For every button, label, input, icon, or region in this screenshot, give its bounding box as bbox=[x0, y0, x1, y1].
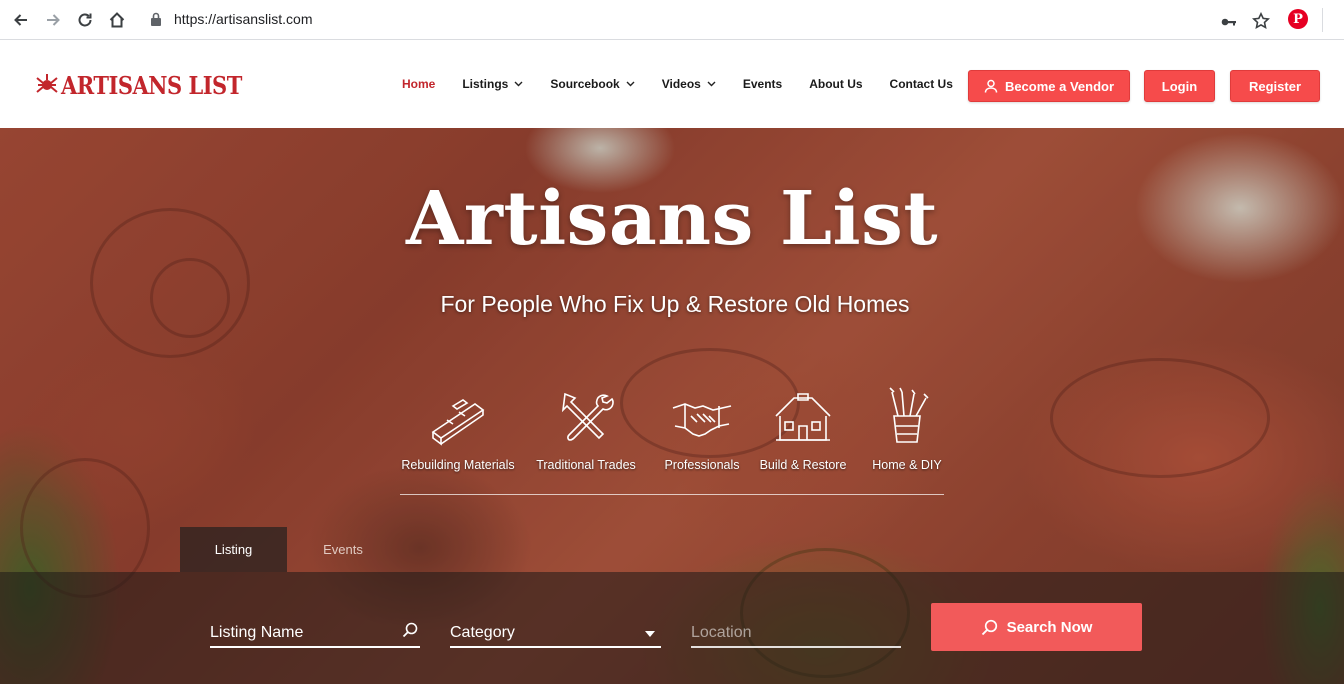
handshake-icon bbox=[672, 403, 732, 437]
nav-label: Videos bbox=[661, 77, 701, 91]
login-label: Login bbox=[1161, 78, 1198, 94]
site-logo[interactable]: ARTISANS LIST bbox=[34, 70, 242, 100]
logo-text: ARTISANS LIST bbox=[61, 70, 242, 100]
category-home-diy[interactable]: Home & DIY bbox=[845, 386, 969, 472]
nav-about-us[interactable]: About Us bbox=[809, 77, 862, 91]
nav-label: Contact Us bbox=[889, 77, 953, 91]
category-label: Traditional Trades bbox=[536, 458, 636, 472]
hero-banner: Artisans List For People Who Fix Up & Re… bbox=[0, 128, 1344, 684]
nav-events[interactable]: Events bbox=[743, 77, 782, 91]
reload-icon[interactable] bbox=[72, 7, 98, 33]
search-now-label: Search Now bbox=[1006, 618, 1093, 636]
pinterest-icon[interactable]: P bbox=[1288, 9, 1308, 29]
chevron-down-icon bbox=[707, 81, 716, 87]
nav-label: Sourcebook bbox=[550, 77, 620, 91]
tab-listing[interactable]: Listing bbox=[180, 527, 287, 572]
nav-listings[interactable]: Listings bbox=[462, 77, 523, 91]
chevron-down-icon bbox=[514, 81, 523, 87]
search-form: Listing Name Category Location Search No… bbox=[0, 572, 1344, 684]
login-button[interactable]: Login bbox=[1144, 70, 1215, 102]
nav-label: Home bbox=[402, 77, 436, 91]
tools-icon bbox=[561, 392, 614, 441]
chevron-down-icon bbox=[626, 81, 635, 87]
register-label: Register bbox=[1248, 78, 1302, 94]
vendor-label: Become a Vendor bbox=[1004, 78, 1115, 94]
tab-label: Listing bbox=[214, 542, 253, 557]
nav-label: About Us bbox=[809, 77, 863, 91]
star-icon[interactable] bbox=[1248, 8, 1274, 34]
nav-videos[interactable]: Videos bbox=[662, 77, 716, 91]
category-rebuilding-materials[interactable]: Rebuilding Materials bbox=[396, 386, 520, 472]
listing-name-placeholder: Listing Name bbox=[210, 624, 304, 641]
site-header: ARTISANS LIST Home Listings Sourcebook V… bbox=[0, 40, 1344, 128]
nav-home[interactable]: Home bbox=[402, 77, 435, 91]
nav-label: Listings bbox=[462, 77, 509, 91]
tab-label: Events bbox=[323, 542, 363, 557]
hero-title: Artisans List bbox=[405, 176, 938, 262]
forward-icon[interactable] bbox=[40, 7, 66, 33]
hero-subtitle: For People Who Fix Up & Restore Old Home… bbox=[440, 291, 910, 317]
search-now-button[interactable]: Search Now bbox=[931, 603, 1142, 651]
nav-sourcebook[interactable]: Sourcebook bbox=[550, 77, 635, 91]
register-button[interactable]: Register bbox=[1230, 70, 1320, 102]
toolbar-divider bbox=[1322, 8, 1323, 32]
back-icon[interactable] bbox=[8, 7, 34, 33]
nav-contact-us[interactable]: Contact Us bbox=[890, 77, 953, 91]
house-icon bbox=[775, 393, 831, 441]
hero-divider bbox=[400, 494, 944, 495]
address-bar[interactable]: https://artisanslist.com bbox=[174, 11, 313, 27]
listing-name-input[interactable]: Listing Name bbox=[210, 620, 420, 648]
category-label: Rebuilding Materials bbox=[401, 458, 515, 472]
location-placeholder: Location bbox=[691, 624, 752, 641]
category-placeholder: Category bbox=[450, 624, 515, 641]
key-icon[interactable] bbox=[1216, 9, 1242, 35]
become-vendor-button[interactable]: Become a Vendor bbox=[968, 70, 1130, 102]
search-icon bbox=[402, 622, 418, 638]
search-icon bbox=[981, 619, 997, 635]
lock-icon bbox=[151, 12, 161, 26]
location-input[interactable]: Location bbox=[691, 620, 901, 648]
user-icon bbox=[984, 79, 998, 93]
lumber-icon bbox=[431, 399, 485, 446]
home-icon[interactable] bbox=[104, 7, 130, 33]
category-label: Home & DIY bbox=[872, 458, 942, 472]
category-select[interactable]: Category bbox=[450, 620, 661, 648]
brush-cup-icon bbox=[889, 387, 929, 443]
nav-label: Events bbox=[742, 77, 783, 91]
logo-emblem-icon bbox=[36, 74, 58, 93]
category-traditional-trades[interactable]: Traditional Trades bbox=[524, 386, 648, 472]
browser-toolbar: https://artisanslist.com P bbox=[0, 0, 1344, 40]
main-nav: Home Listings Sourcebook Videos Events A… bbox=[402, 77, 980, 91]
tab-events[interactable]: Events bbox=[298, 527, 388, 572]
caret-down-icon bbox=[645, 631, 655, 637]
